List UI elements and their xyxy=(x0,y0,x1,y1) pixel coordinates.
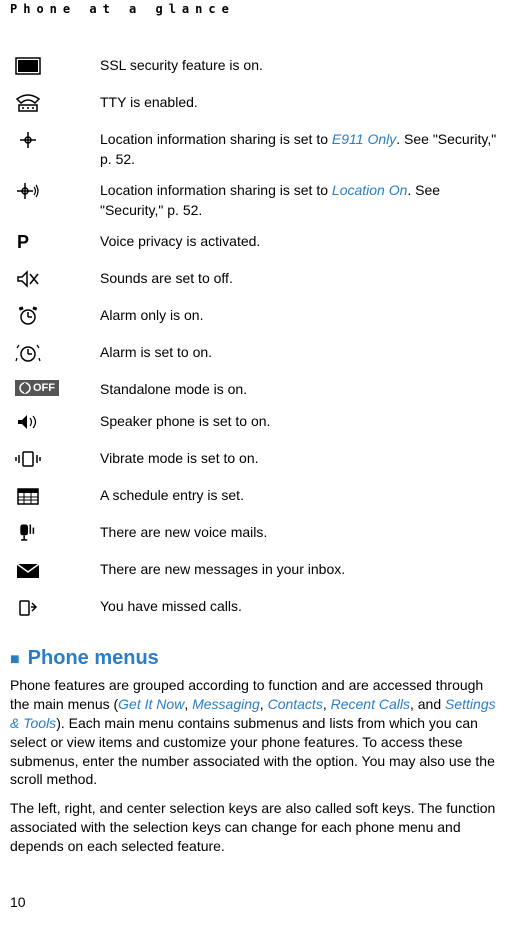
section-bullet-icon: ■ xyxy=(10,651,20,668)
table-row: A schedule entry is set. xyxy=(10,486,507,511)
table-row: TTY is enabled. xyxy=(10,93,507,118)
para-text: , xyxy=(184,696,192,712)
icon-description: Speaker phone is set to on. xyxy=(100,412,507,432)
alarm-on-icon xyxy=(10,343,100,368)
table-row: Sounds are set to off. xyxy=(10,269,507,294)
icon-description: Location information sharing is set to E… xyxy=(100,130,507,169)
icon-description: You have missed calls. xyxy=(100,597,507,617)
table-row: Location information sharing is set to E… xyxy=(10,130,507,169)
get-it-now-link[interactable]: Get It Now xyxy=(118,696,184,712)
page-header: Phone at a glance xyxy=(10,0,507,26)
contacts-link[interactable]: Contacts xyxy=(268,696,323,712)
location-on-link[interactable]: Location On xyxy=(332,182,408,198)
voicemail-icon xyxy=(10,523,100,548)
icon-description: Location information sharing is set to L… xyxy=(100,181,507,220)
vibrate-mode-icon xyxy=(10,449,100,474)
missed-call-icon xyxy=(10,597,100,622)
icon-description: Standalone mode is on. xyxy=(100,380,507,400)
icon-description: SSL security feature is on. xyxy=(100,56,507,76)
phone-menus-heading: ■ Phone menus xyxy=(10,647,507,670)
table-row: Alarm is set to on. xyxy=(10,343,507,368)
icon-description: Voice privacy is activated. xyxy=(100,232,507,252)
e911-link[interactable]: E911 Only xyxy=(332,131,396,147)
sounds-off-icon xyxy=(10,269,100,294)
page-number: 10 xyxy=(10,894,26,910)
desc-text-pre: Location information sharing is set to xyxy=(100,182,332,198)
para-text: , xyxy=(323,696,331,712)
speaker-phone-icon xyxy=(10,412,100,437)
table-row: Vibrate mode is set to on. xyxy=(10,449,507,474)
para-text: , and xyxy=(410,696,445,712)
section-title-text: Phone menus xyxy=(28,647,159,669)
voice-privacy-icon: P xyxy=(10,232,100,257)
icon-description: Alarm only is on. xyxy=(100,306,507,326)
svg-text:P: P xyxy=(17,232,29,252)
table-row: There are new voice mails. xyxy=(10,523,507,548)
location-on-icon xyxy=(10,181,100,206)
para-text: , xyxy=(260,696,268,712)
schedule-entry-icon xyxy=(10,486,100,511)
table-row: OFF Standalone mode is on. xyxy=(10,380,507,400)
alarm-only-icon xyxy=(10,306,100,331)
location-e911-icon xyxy=(10,130,100,155)
icon-description-table: SSL security feature is on. TTY is enabl… xyxy=(10,56,507,622)
standalone-mode-icon: OFF xyxy=(10,380,100,399)
table-row: Location information sharing is set to L… xyxy=(10,181,507,220)
icon-description: Alarm is set to on. xyxy=(100,343,507,363)
phone-menus-para1: Phone features are grouped according to … xyxy=(10,676,507,789)
phone-menus-para2: The left, right, and center selection ke… xyxy=(10,799,507,856)
desc-text-pre: Location information sharing is set to xyxy=(100,131,332,147)
recent-calls-link[interactable]: Recent Calls xyxy=(331,696,410,712)
icon-description: Sounds are set to off. xyxy=(100,269,507,289)
icon-description: There are new voice mails. xyxy=(100,523,507,543)
table-row: There are new messages in your inbox. xyxy=(10,560,507,585)
table-row: Alarm only is on. xyxy=(10,306,507,331)
off-label: OFF xyxy=(33,382,55,394)
new-message-icon xyxy=(10,560,100,585)
table-row: You have missed calls. xyxy=(10,597,507,622)
icon-description: There are new messages in your inbox. xyxy=(100,560,507,580)
table-row: P Voice privacy is activated. xyxy=(10,232,507,257)
ssl-icon xyxy=(10,56,100,81)
table-row: SSL security feature is on. xyxy=(10,56,507,81)
icon-description: Vibrate mode is set to on. xyxy=(100,449,507,469)
icon-description: A schedule entry is set. xyxy=(100,486,507,506)
icon-description: TTY is enabled. xyxy=(100,93,507,113)
messaging-link[interactable]: Messaging xyxy=(192,696,260,712)
tty-icon xyxy=(10,93,100,118)
para-text: ). Each main menu contains submenus and … xyxy=(10,715,495,788)
table-row: Speaker phone is set to on. xyxy=(10,412,507,437)
